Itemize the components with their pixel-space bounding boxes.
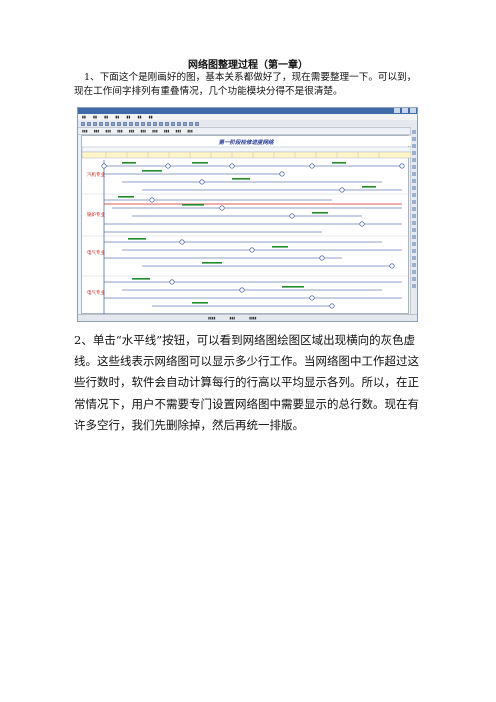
toolbar-icon[interactable] <box>135 121 139 126</box>
format-button[interactable]: ▮▮▮ <box>140 129 146 133</box>
format-button[interactable]: ▮▮▮ <box>117 129 123 133</box>
side-tool-icon[interactable] <box>412 137 416 141</box>
toolbar-icon[interactable] <box>177 121 181 126</box>
side-tool-icon[interactable] <box>412 221 416 225</box>
toolbar-icon[interactable] <box>141 121 145 126</box>
lane-separators <box>82 193 411 277</box>
side-tool-icon[interactable] <box>412 235 416 239</box>
toolbar-icon[interactable] <box>195 121 199 126</box>
side-tool-icon[interactable] <box>412 158 416 162</box>
menu-item[interactable]: ▮▮ <box>127 115 131 119</box>
menu-item[interactable]: ▮▮ <box>115 115 119 119</box>
toolbar-icon[interactable] <box>147 121 151 126</box>
side-tool-icon[interactable] <box>412 242 416 246</box>
menu-item[interactable]: ▮▮ <box>138 115 142 119</box>
toolbar-icon[interactable] <box>189 121 193 126</box>
toolbar-icon[interactable] <box>93 121 97 126</box>
menu-item[interactable]: ▮▮ <box>82 115 86 119</box>
paragraph-2: 2、单击“水平线”按钮，可以看到网络图绘图区域出现横向的灰色虚线。这些线表示网络… <box>74 330 424 436</box>
toolbar-icon[interactable] <box>159 121 163 126</box>
format-button[interactable]: ▮▮▮ <box>105 129 111 133</box>
right-side-toolbar <box>410 127 417 315</box>
side-tool-icon[interactable] <box>412 284 416 288</box>
toolbar-icon[interactable] <box>87 121 91 126</box>
side-tool-icon[interactable] <box>412 228 416 232</box>
toolbar-icon[interactable] <box>123 121 127 126</box>
side-tool-icon[interactable] <box>412 179 416 183</box>
format-button[interactable]: ▮▮▮ <box>152 129 158 133</box>
toolbar-icon[interactable] <box>105 121 109 126</box>
side-tool-icon[interactable] <box>412 256 416 260</box>
side-tool-icon[interactable] <box>412 270 416 274</box>
toolbar-icon[interactable] <box>165 121 169 126</box>
status-bar: ▮▮▮▮ ▮▮▮ ▮▮▮▮ <box>78 314 417 321</box>
maximize-window-button[interactable] <box>402 108 408 113</box>
diagram-title: 第一阶段检修进度网络 <box>218 139 275 146</box>
side-tool-icon[interactable] <box>412 277 416 281</box>
side-tool-icon[interactable] <box>412 165 416 169</box>
side-tool-icon[interactable] <box>412 214 416 218</box>
lane-label: 汽机专业 <box>87 171 105 178</box>
toolbar <box>78 120 417 128</box>
format-button[interactable]: ▮▮▮ <box>82 129 88 133</box>
format-button[interactable]: ▮▮▮ <box>129 129 135 133</box>
toolbar-icon[interactable] <box>81 121 85 126</box>
activity-labels <box>118 162 376 304</box>
network-diagram-canvas[interactable]: 第一阶段检修进度网络 汽机专业 锅炉专业 电气专业 电气专业 <box>81 135 411 314</box>
paragraph-1: 1、下面这个是刚画好的图，基本关系都做好了，现在需要整理一下。可以到，现在工作间… <box>74 71 424 99</box>
format-button[interactable]: ▮▮▮ <box>164 129 170 133</box>
side-tool-icon[interactable] <box>412 130 416 134</box>
lane-label: 电气专业 <box>87 249 105 256</box>
paragraph-1-text: 、下面这个是刚画好的图，基本关系都做好了，现在需要整理一下。可以到，现在工作间字… <box>74 72 417 97</box>
side-tool-icon[interactable] <box>412 249 416 253</box>
toolbar-icon[interactable] <box>111 121 115 126</box>
side-tool-icon[interactable] <box>412 144 416 148</box>
menu-item[interactable]: ▮▮ <box>93 115 97 119</box>
lane-label: 电气专业 <box>87 289 105 296</box>
format-button[interactable]: ▮▮▮ <box>94 129 100 133</box>
lane-label: 锅炉专业 <box>87 211 105 218</box>
close-window-button[interactable] <box>410 108 416 113</box>
menu-item[interactable]: ▮▮ <box>149 115 153 119</box>
side-tool-icon[interactable] <box>412 263 416 267</box>
side-tool-icon[interactable] <box>412 207 416 211</box>
toolbar-icon[interactable] <box>99 121 103 126</box>
minimize-window-button[interactable] <box>394 108 400 113</box>
format-button[interactable]: ▮▮▮ <box>187 129 193 133</box>
software-screenshot: ▮▮ ▮▮ ▮▮ ▮▮ ▮▮ ▮▮ ▮▮ ▮▮▮ ▮▮▮ ▮▮▮ ▮▮▮ ▮▮▮… <box>77 107 418 322</box>
document-title: 网络图整理过程（第一章） <box>188 60 308 71</box>
side-tool-icon[interactable] <box>412 172 416 176</box>
menu-item[interactable]: ▮▮ <box>104 115 108 119</box>
side-tool-icon[interactable] <box>412 200 416 204</box>
side-tool-icon[interactable] <box>412 151 416 155</box>
network-diagram: 第一阶段检修进度网络 汽机专业 锅炉专业 电气专业 电气专业 <box>82 136 411 314</box>
paragraph-2-text: 、单击“水平线”按钮，可以看到网络图绘图区域出现横向的灰色虚线。这些线表示网络图… <box>74 333 419 432</box>
side-tool-icon[interactable] <box>412 186 416 190</box>
side-tool-icon[interactable] <box>412 193 416 197</box>
format-button[interactable]: ▮▮▮ <box>176 129 182 133</box>
toolbar-icon[interactable] <box>129 121 133 126</box>
format-toolbar: ▮▮▮ ▮▮▮ ▮▮▮ ▮▮▮ ▮▮▮ ▮▮▮ ▮▮▮ ▮▮▮ ▮▮▮ ▮▮▮ <box>78 128 417 135</box>
toolbar-icon[interactable] <box>153 121 157 126</box>
toolbar-icon[interactable] <box>117 121 121 126</box>
toolbar-icon[interactable] <box>171 121 175 126</box>
toolbar-icon[interactable] <box>183 121 187 126</box>
